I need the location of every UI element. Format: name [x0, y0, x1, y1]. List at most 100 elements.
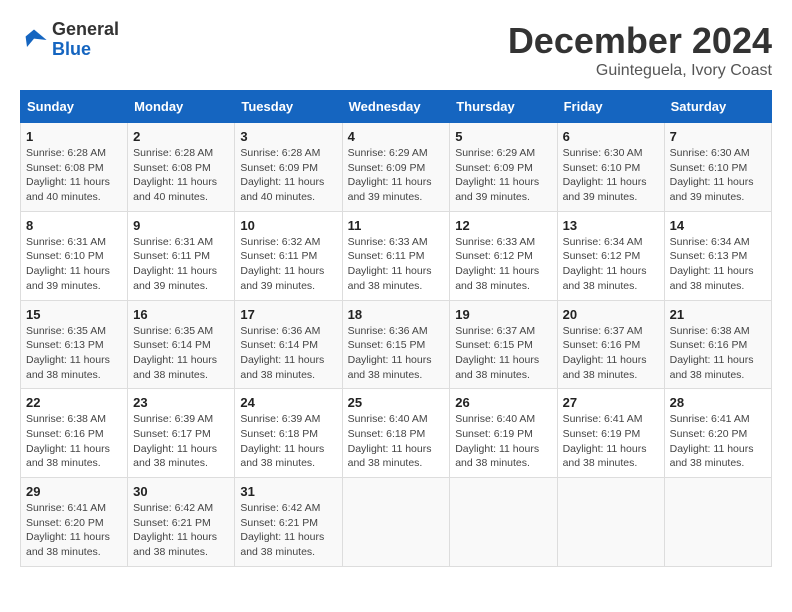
title-block: December 2024 Guinteguela, Ivory Coast: [508, 20, 772, 80]
day-info: Sunrise: 6:42 AMSunset: 6:21 PMDaylight:…: [133, 501, 229, 560]
weekday-header: Sunday: [21, 91, 128, 123]
day-info: Sunrise: 6:35 AMSunset: 6:13 PMDaylight:…: [26, 324, 122, 383]
day-number: 23: [133, 395, 229, 410]
page-header: General Blue December 2024 Guinteguela, …: [20, 20, 772, 80]
day-info: Sunrise: 6:29 AMSunset: 6:09 PMDaylight:…: [348, 146, 445, 205]
calendar-cell: 25 Sunrise: 6:40 AMSunset: 6:18 PMDayligh…: [342, 389, 450, 478]
day-number: 22: [26, 395, 122, 410]
calendar-cell: 26 Sunrise: 6:40 AMSunset: 6:19 PMDayligh…: [450, 389, 557, 478]
calendar-week-row: 29 Sunrise: 6:41 AMSunset: 6:20 PMDayligh…: [21, 478, 772, 567]
day-number: 11: [348, 218, 445, 233]
weekday-header: Thursday: [450, 91, 557, 123]
day-info: Sunrise: 6:40 AMSunset: 6:19 PMDaylight:…: [455, 412, 551, 471]
day-info: Sunrise: 6:29 AMSunset: 6:09 PMDaylight:…: [455, 146, 551, 205]
calendar-cell: [664, 478, 771, 567]
calendar-cell: 13 Sunrise: 6:34 AMSunset: 6:12 PMDayligh…: [557, 211, 664, 300]
day-number: 27: [563, 395, 659, 410]
calendar-cell: 21 Sunrise: 6:38 AMSunset: 6:16 PMDayligh…: [664, 300, 771, 389]
calendar-cell: [557, 478, 664, 567]
calendar-cell: 5Sunrise: 6:29 AMSunset: 6:09 PMDaylight…: [450, 123, 557, 212]
calendar-cell: 16 Sunrise: 6:35 AMSunset: 6:14 PMDayligh…: [128, 300, 235, 389]
day-info: Sunrise: 6:32 AMSunset: 6:11 PMDaylight:…: [240, 235, 336, 294]
calendar-week-row: 8Sunrise: 6:31 AMSunset: 6:10 PMDaylight…: [21, 211, 772, 300]
calendar-cell: 11 Sunrise: 6:33 AMSunset: 6:11 PMDayligh…: [342, 211, 450, 300]
day-info: Sunrise: 6:34 AMSunset: 6:13 PMDaylight:…: [670, 235, 766, 294]
calendar-cell: 30 Sunrise: 6:42 AMSunset: 6:21 PMDayligh…: [128, 478, 235, 567]
logo: General Blue: [20, 20, 119, 60]
day-number: 2: [133, 129, 229, 144]
calendar-cell: 4Sunrise: 6:29 AMSunset: 6:09 PMDaylight…: [342, 123, 450, 212]
day-info: Sunrise: 6:30 AMSunset: 6:10 PMDaylight:…: [563, 146, 659, 205]
day-info: Sunrise: 6:40 AMSunset: 6:18 PMDaylight:…: [348, 412, 445, 471]
day-info: Sunrise: 6:34 AMSunset: 6:12 PMDaylight:…: [563, 235, 659, 294]
calendar-cell: 19Sunrise: 6:37 AMSunset: 6:15 PMDayligh…: [450, 300, 557, 389]
calendar-cell: 17 Sunrise: 6:36 AMSunset: 6:14 PMDayligh…: [235, 300, 342, 389]
calendar-cell: 28 Sunrise: 6:41 AMSunset: 6:20 PMDayligh…: [664, 389, 771, 478]
calendar-cell: 27 Sunrise: 6:41 AMSunset: 6:19 PMDayligh…: [557, 389, 664, 478]
calendar-week-row: 1 Sunrise: 6:28 AMSunset: 6:08 PMDaylight…: [21, 123, 772, 212]
day-info: Sunrise: 6:36 AMSunset: 6:15 PMDaylight:…: [348, 324, 445, 383]
calendar-cell: 31Sunrise: 6:42 AMSunset: 6:21 PMDayligh…: [235, 478, 342, 567]
calendar-week-row: 22Sunrise: 6:38 AMSunset: 6:16 PMDayligh…: [21, 389, 772, 478]
logo-general: General: [52, 20, 119, 40]
day-info: Sunrise: 6:31 AMSunset: 6:11 PMDaylight:…: [133, 235, 229, 294]
day-info: Sunrise: 6:39 AMSunset: 6:17 PMDaylight:…: [133, 412, 229, 471]
day-info: Sunrise: 6:38 AMSunset: 6:16 PMDaylight:…: [670, 324, 766, 383]
day-number: 10: [240, 218, 336, 233]
day-info: Sunrise: 6:42 AMSunset: 6:21 PMDaylight:…: [240, 501, 336, 560]
day-number: 18: [348, 307, 445, 322]
day-info: Sunrise: 6:41 AMSunset: 6:20 PMDaylight:…: [670, 412, 766, 471]
calendar-cell: 3 Sunrise: 6:28 AMSunset: 6:09 PMDaylight…: [235, 123, 342, 212]
day-number: 19: [455, 307, 551, 322]
day-number: 21: [670, 307, 766, 322]
day-info: Sunrise: 6:35 AMSunset: 6:14 PMDaylight:…: [133, 324, 229, 383]
calendar-cell: 1 Sunrise: 6:28 AMSunset: 6:08 PMDaylight…: [21, 123, 128, 212]
calendar-week-row: 15Sunrise: 6:35 AMSunset: 6:13 PMDayligh…: [21, 300, 772, 389]
calendar-cell: 2 Sunrise: 6:28 AMSunset: 6:08 PMDaylight…: [128, 123, 235, 212]
day-number: 8: [26, 218, 122, 233]
day-number: 16: [133, 307, 229, 322]
calendar-header-row: SundayMondayTuesdayWednesdayThursdayFrid…: [21, 91, 772, 123]
logo-icon: [20, 26, 48, 54]
weekday-header: Friday: [557, 91, 664, 123]
calendar-cell: 6Sunrise: 6:30 AMSunset: 6:10 PMDaylight…: [557, 123, 664, 212]
day-number: 13: [563, 218, 659, 233]
calendar-cell: 7Sunrise: 6:30 AMSunset: 6:10 PMDaylight…: [664, 123, 771, 212]
day-info: Sunrise: 6:28 AMSunset: 6:08 PMDaylight:…: [26, 146, 122, 205]
day-number: 26: [455, 395, 551, 410]
day-number: 1: [26, 129, 122, 144]
day-number: 25: [348, 395, 445, 410]
calendar-cell: 10 Sunrise: 6:32 AMSunset: 6:11 PMDayligh…: [235, 211, 342, 300]
day-number: 12: [455, 218, 551, 233]
calendar-cell: 8Sunrise: 6:31 AMSunset: 6:10 PMDaylight…: [21, 211, 128, 300]
day-info: Sunrise: 6:37 AMSunset: 6:16 PMDaylight:…: [563, 324, 659, 383]
day-number: 28: [670, 395, 766, 410]
calendar-cell: [342, 478, 450, 567]
day-number: 9: [133, 218, 229, 233]
day-number: 14: [670, 218, 766, 233]
day-info: Sunrise: 6:41 AMSunset: 6:19 PMDaylight:…: [563, 412, 659, 471]
calendar-cell: 12 Sunrise: 6:33 AMSunset: 6:12 PMDayligh…: [450, 211, 557, 300]
day-number: 29: [26, 484, 122, 499]
day-info: Sunrise: 6:33 AMSunset: 6:12 PMDaylight:…: [455, 235, 551, 294]
calendar-cell: 14 Sunrise: 6:34 AMSunset: 6:13 PMDayligh…: [664, 211, 771, 300]
weekday-header: Monday: [128, 91, 235, 123]
day-number: 3: [240, 129, 336, 144]
day-info: Sunrise: 6:39 AMSunset: 6:18 PMDaylight:…: [240, 412, 336, 471]
day-info: Sunrise: 6:28 AMSunset: 6:09 PMDaylight:…: [240, 146, 336, 205]
weekday-header: Saturday: [664, 91, 771, 123]
location-subtitle: Guinteguela, Ivory Coast: [508, 62, 772, 80]
day-info: Sunrise: 6:41 AMSunset: 6:20 PMDaylight:…: [26, 501, 122, 560]
weekday-header: Wednesday: [342, 91, 450, 123]
calendar-cell: 15Sunrise: 6:35 AMSunset: 6:13 PMDayligh…: [21, 300, 128, 389]
calendar-cell: 22Sunrise: 6:38 AMSunset: 6:16 PMDayligh…: [21, 389, 128, 478]
day-number: 17: [240, 307, 336, 322]
day-info: Sunrise: 6:28 AMSunset: 6:08 PMDaylight:…: [133, 146, 229, 205]
day-number: 30: [133, 484, 229, 499]
logo-blue: Blue: [52, 40, 119, 60]
day-info: Sunrise: 6:33 AMSunset: 6:11 PMDaylight:…: [348, 235, 445, 294]
weekday-header: Tuesday: [235, 91, 342, 123]
day-info: Sunrise: 6:36 AMSunset: 6:14 PMDaylight:…: [240, 324, 336, 383]
day-number: 24: [240, 395, 336, 410]
calendar-table: SundayMondayTuesdayWednesdayThursdayFrid…: [20, 90, 772, 567]
